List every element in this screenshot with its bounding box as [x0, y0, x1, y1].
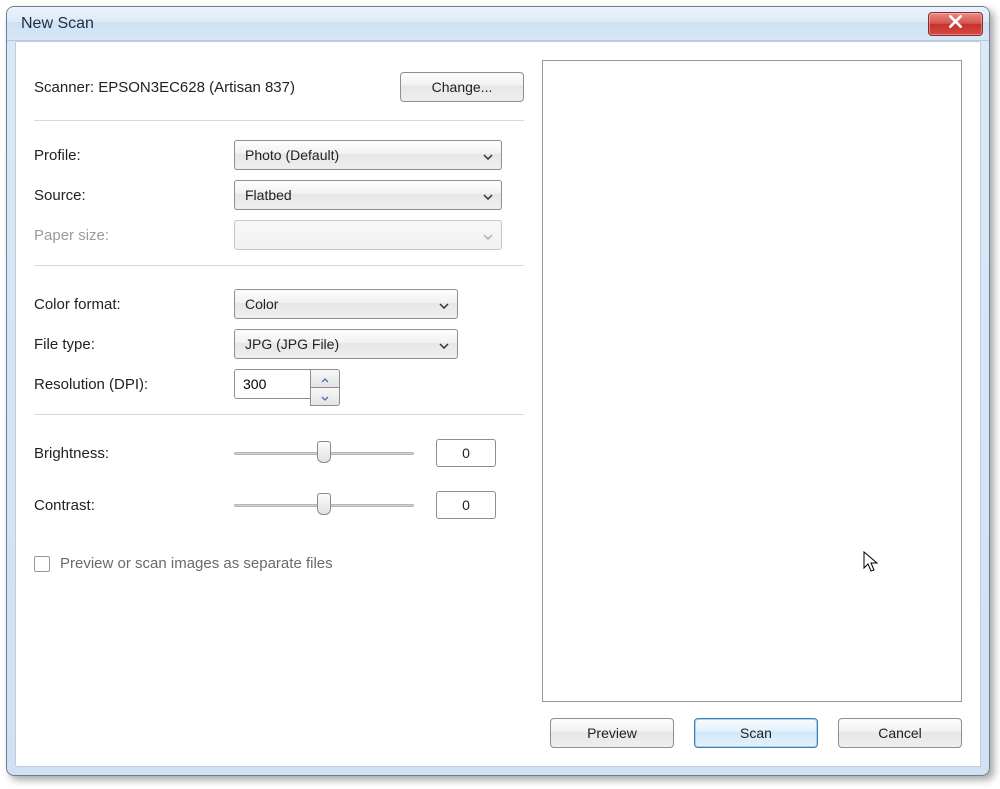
cancel-button[interactable]: Cancel — [838, 718, 962, 748]
filetype-select[interactable]: JPG (JPG File) — [234, 329, 458, 359]
chevron-up-icon — [321, 370, 329, 387]
new-scan-window: New Scan Scanner: EPSON3EC628 (Artisan 8… — [6, 6, 990, 776]
scanner-label: Scanner: EPSON3EC628 (Artisan 837) — [34, 79, 400, 96]
profile-select[interactable]: Photo (Default) — [234, 140, 502, 170]
button-bar: Preview Scan Cancel — [542, 718, 962, 748]
brightness-value[interactable]: 0 — [436, 439, 496, 467]
brightness-label: Brightness: — [34, 445, 234, 462]
source-label: Source: — [34, 187, 234, 204]
chevron-down-icon — [439, 296, 449, 312]
chevron-down-icon — [483, 147, 493, 163]
scan-button[interactable]: Scan — [694, 718, 818, 748]
profile-label: Profile: — [34, 147, 234, 164]
chevron-down-icon — [483, 227, 493, 243]
papersize-label: Paper size: — [34, 227, 234, 244]
colorformat-select[interactable]: Color — [234, 289, 458, 319]
close-button[interactable] — [928, 12, 983, 36]
brightness-slider[interactable] — [234, 441, 414, 465]
change-scanner-button[interactable]: Change... — [400, 72, 524, 102]
client-area: Scanner: EPSON3EC628 (Artisan 837) Chang… — [15, 41, 981, 767]
colorformat-label: Color format: — [34, 296, 184, 313]
papersize-select — [234, 220, 502, 250]
window-title: New Scan — [21, 15, 94, 33]
preview-button[interactable]: Preview — [550, 718, 674, 748]
slider-thumb[interactable] — [317, 493, 331, 515]
preview-area[interactable] — [542, 60, 962, 702]
slider-thumb[interactable] — [317, 441, 331, 463]
filetype-label: File type: — [34, 336, 184, 353]
chevron-down-icon — [321, 388, 329, 405]
divider — [34, 120, 524, 121]
settings-panel: Scanner: EPSON3EC628 (Artisan 837) Chang… — [34, 60, 524, 748]
spin-up-button[interactable] — [310, 369, 340, 387]
divider — [34, 265, 524, 266]
close-icon — [949, 15, 962, 32]
contrast-value[interactable]: 0 — [436, 491, 496, 519]
chevron-down-icon — [439, 336, 449, 352]
resolution-spinner[interactable] — [234, 369, 340, 399]
cursor-icon — [863, 551, 881, 579]
titlebar: New Scan — [7, 7, 989, 41]
contrast-label: Contrast: — [34, 497, 234, 514]
resolution-input[interactable] — [234, 369, 310, 399]
separate-files-label: Preview or scan images as separate files — [60, 555, 333, 572]
divider — [34, 414, 524, 415]
separate-files-checkbox[interactable] — [34, 556, 50, 572]
resolution-label: Resolution (DPI): — [34, 376, 184, 393]
chevron-down-icon — [483, 187, 493, 203]
contrast-slider[interactable] — [234, 493, 414, 517]
preview-panel: Preview Scan Cancel — [542, 60, 962, 748]
spin-down-button[interactable] — [310, 387, 340, 406]
source-select[interactable]: Flatbed — [234, 180, 502, 210]
